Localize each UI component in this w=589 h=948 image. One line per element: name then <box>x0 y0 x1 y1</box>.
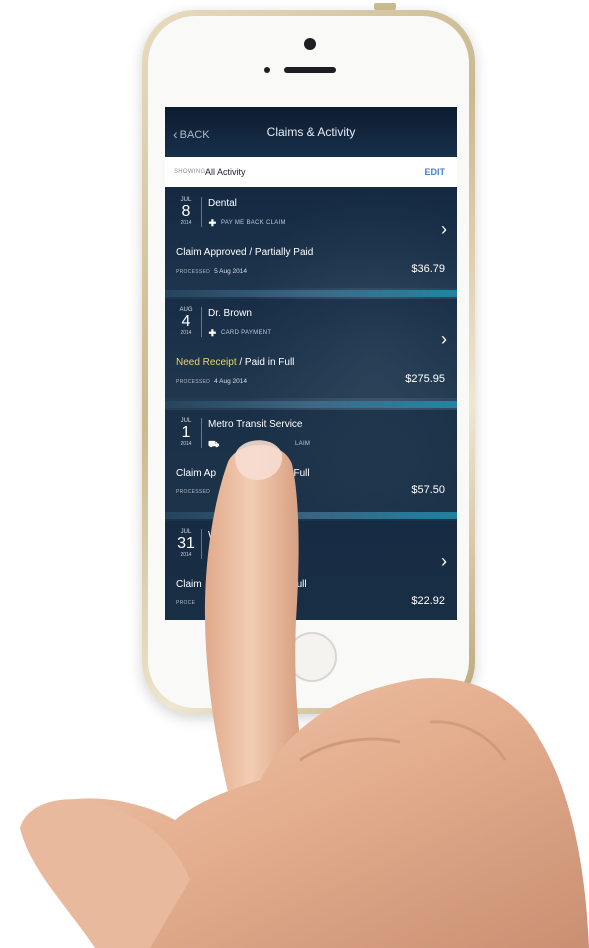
app-screen: ‹ BACK Claims & Activity SHOWING: All Act… <box>165 107 457 620</box>
claim-status: Need Receipt / Paid in Full <box>176 357 294 368</box>
amount: $36.79 <box>411 263 445 275</box>
divider <box>201 197 202 227</box>
merchant-head: W <box>208 530 218 541</box>
date-year: 2014 <box>180 441 192 447</box>
activity-type: ✚ CARD PAYMENT <box>208 328 272 338</box>
activity-date: JUL 31 2014 <box>173 529 199 558</box>
activity-item[interactable]: AUG 4 2014 Dr. Brown ✚ CARD PAYMENT › Nee… <box>165 299 457 398</box>
activity-item[interactable]: JUL 1 2014 Metro Transit Service ⛟ LAIM C… <box>165 410 457 509</box>
status-tail: d In Full <box>274 468 310 479</box>
activity-date: JUL 8 2014 <box>173 197 199 226</box>
divider <box>201 307 202 337</box>
claim-status: Claim Ap d In Full <box>176 468 310 479</box>
merchant-name: Dr. Brown <box>208 308 252 319</box>
volume-button <box>374 3 396 10</box>
filter-bar: SHOWING: All Activity EDIT <box>165 157 457 187</box>
date-year: 2014 <box>180 220 192 226</box>
amount: $57.50 <box>411 484 445 496</box>
activity-item[interactable]: JUL 31 2014 Ws ✚ › Claim d in Full PROCE … <box>165 521 457 620</box>
merchant-name: Dental <box>208 198 237 209</box>
activity-date: AUG 4 2014 <box>173 307 199 336</box>
processed-info: PROCESSED <box>176 489 210 495</box>
activity-type: ✚ <box>208 551 221 560</box>
processed-date: 4 Aug 2014 <box>214 378 248 385</box>
divider <box>201 418 202 448</box>
date-day: 31 <box>177 535 195 552</box>
processed-info: PROCE <box>176 600 195 606</box>
merchant-tail: s <box>281 530 287 541</box>
proximity-sensor <box>264 67 270 73</box>
status-tail: d in Full <box>271 579 307 590</box>
status-text: Claim <box>176 579 202 590</box>
earpiece-speaker <box>284 67 336 73</box>
type-label: CARD PAYMENT <box>221 330 272 336</box>
activity-type: ✚ PAY ME BACK CLAIM <box>208 219 286 228</box>
page-title: Claims & Activity <box>266 125 356 139</box>
processed-info: PROCESSED 5 Aug 2014 <box>176 268 247 275</box>
status-text: Claim Ap <box>176 468 217 479</box>
car-icon: ⛟ <box>208 439 220 449</box>
chevron-right-icon: › <box>441 551 447 571</box>
card-separator <box>165 290 457 297</box>
claim-status: Claim Approved / Partially Paid <box>176 247 313 258</box>
merchant-name: Metro Transit Service <box>208 419 303 430</box>
date-day: 1 <box>181 424 191 441</box>
chevron-right-icon: › <box>441 329 447 349</box>
card-separator <box>165 512 457 519</box>
home-button[interactable] <box>287 632 337 682</box>
date-day: 4 <box>181 313 191 330</box>
knuckle-shadow <box>299 737 401 762</box>
date-year: 2014 <box>180 330 192 336</box>
status-highlight: Need Receipt <box>176 357 237 368</box>
merchant-name: Ws <box>208 530 286 541</box>
navigation-bar: ‹ BACK Claims & Activity <box>165 107 457 157</box>
plus-icon: ✚ <box>208 328 217 338</box>
divider <box>201 529 202 559</box>
date-day: 8 <box>181 203 191 220</box>
amount: $275.95 <box>405 373 445 385</box>
status-text: / Paid in Full <box>236 357 295 368</box>
processed-date: 5 Aug 2014 <box>214 268 248 275</box>
date-year: 2014 <box>180 552 192 558</box>
activity-date: JUL 1 2014 <box>173 418 199 447</box>
processed-label: PROCE <box>176 600 196 606</box>
type-label: LAIM <box>295 441 311 447</box>
status-text: Claim Approved / Partially Paid <box>176 247 314 258</box>
plus-icon: ✚ <box>208 218 217 228</box>
showing-label: SHOWING: <box>174 169 208 175</box>
processed-label: PROCESSED <box>176 489 211 495</box>
filter-selector[interactable]: All Activity <box>205 167 246 177</box>
processed-label: PROCESSED <box>176 379 211 385</box>
processed-label: PROCESSED <box>176 269 211 275</box>
chevron-right-icon: › <box>441 219 447 239</box>
edit-button[interactable]: EDIT <box>424 167 445 177</box>
amount: $22.92 <box>411 595 445 607</box>
knuckle-shadow <box>429 720 507 761</box>
thumb <box>20 799 190 948</box>
processed-info: PROCESSED 4 Aug 2014 <box>176 378 247 385</box>
activity-type: ⛟ LAIM <box>208 440 310 449</box>
front-camera <box>304 38 316 50</box>
palm <box>20 678 589 948</box>
activity-item[interactable]: JUL 8 2014 Dental ✚ PAY ME BACK CLAIM › C… <box>165 189 457 288</box>
claim-status: Claim d in Full <box>176 579 307 590</box>
card-separator <box>165 401 457 408</box>
type-label: PAY ME BACK CLAIM <box>221 220 286 226</box>
plus-icon: ✚ <box>208 550 217 560</box>
